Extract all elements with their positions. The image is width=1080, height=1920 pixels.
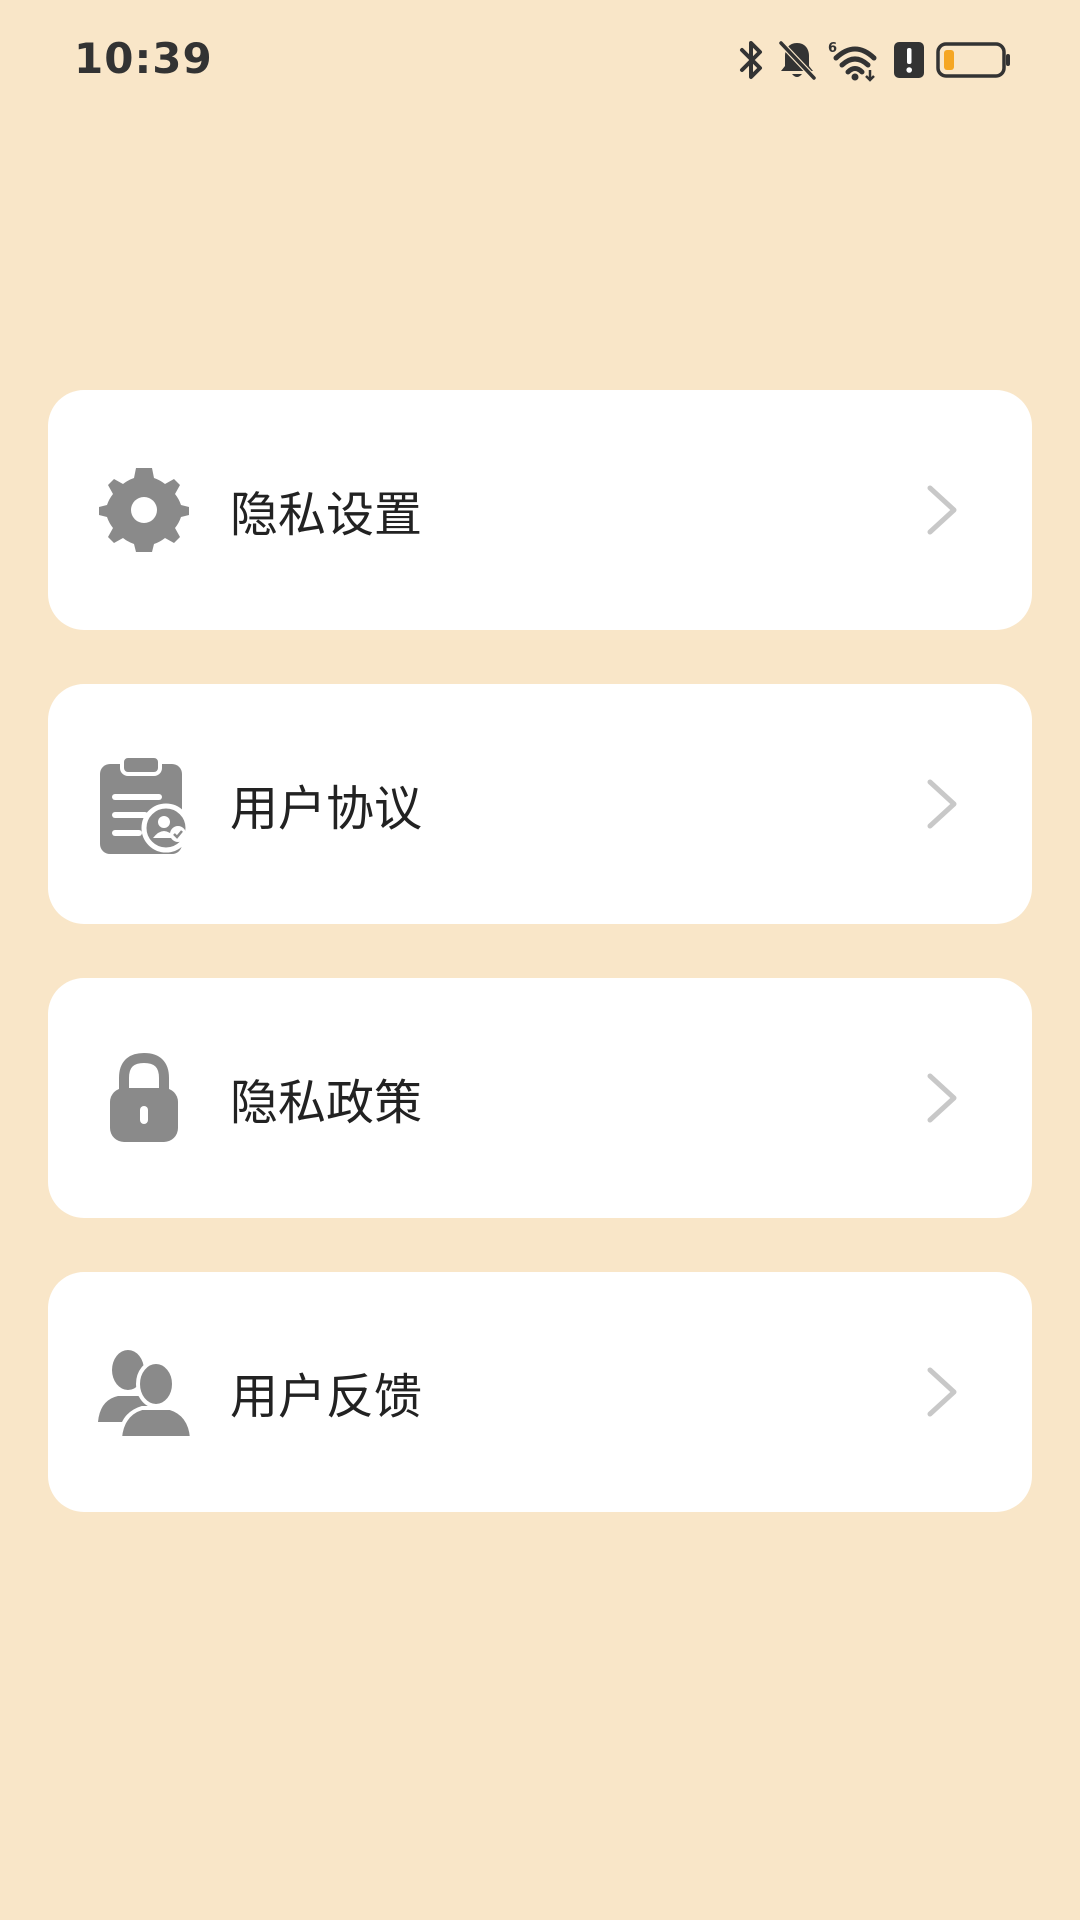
menu-item-label: 隐私设置 — [230, 487, 423, 543]
menu-item-privacy-settings[interactable]: 隐私设置 — [48, 390, 1032, 630]
menu-item-user-feedback[interactable]: 用户反馈 — [48, 1272, 1032, 1512]
alert-sim-icon — [894, 42, 924, 78]
chevron-right-icon — [927, 779, 957, 829]
clipboard-user-icon — [96, 754, 192, 854]
screen: 10:39 6 隐私设置 用户协议 隐私政策 用户反馈 — [0, 0, 1080, 1920]
battery-low-icon — [936, 42, 1010, 78]
chevron-right-icon — [927, 1073, 957, 1123]
bluetooth-icon — [740, 41, 762, 79]
wifi-6-icon: 6 — [828, 41, 877, 82]
status-time: 10:39 — [74, 34, 213, 83]
menu-item-label: 用户协议 — [230, 781, 423, 837]
lock-icon — [96, 1050, 192, 1146]
gear-icon — [96, 462, 192, 558]
menu-item-label: 隐私政策 — [230, 1075, 423, 1131]
menu-list: 隐私设置 用户协议 隐私政策 用户反馈 — [48, 390, 1032, 1566]
menu-item-user-agreement[interactable]: 用户协议 — [48, 684, 1032, 924]
menu-item-privacy-policy[interactable]: 隐私政策 — [48, 978, 1032, 1218]
silent-bell-icon — [778, 40, 817, 81]
chevron-right-icon — [927, 1367, 957, 1417]
status-icons: 6 — [736, 36, 1012, 84]
chevron-right-icon — [927, 485, 957, 535]
users-icon — [96, 1344, 192, 1440]
status-bar: 10:39 6 — [0, 0, 1080, 120]
menu-item-label: 用户反馈 — [230, 1369, 423, 1425]
svg-text:6: 6 — [828, 41, 837, 56]
